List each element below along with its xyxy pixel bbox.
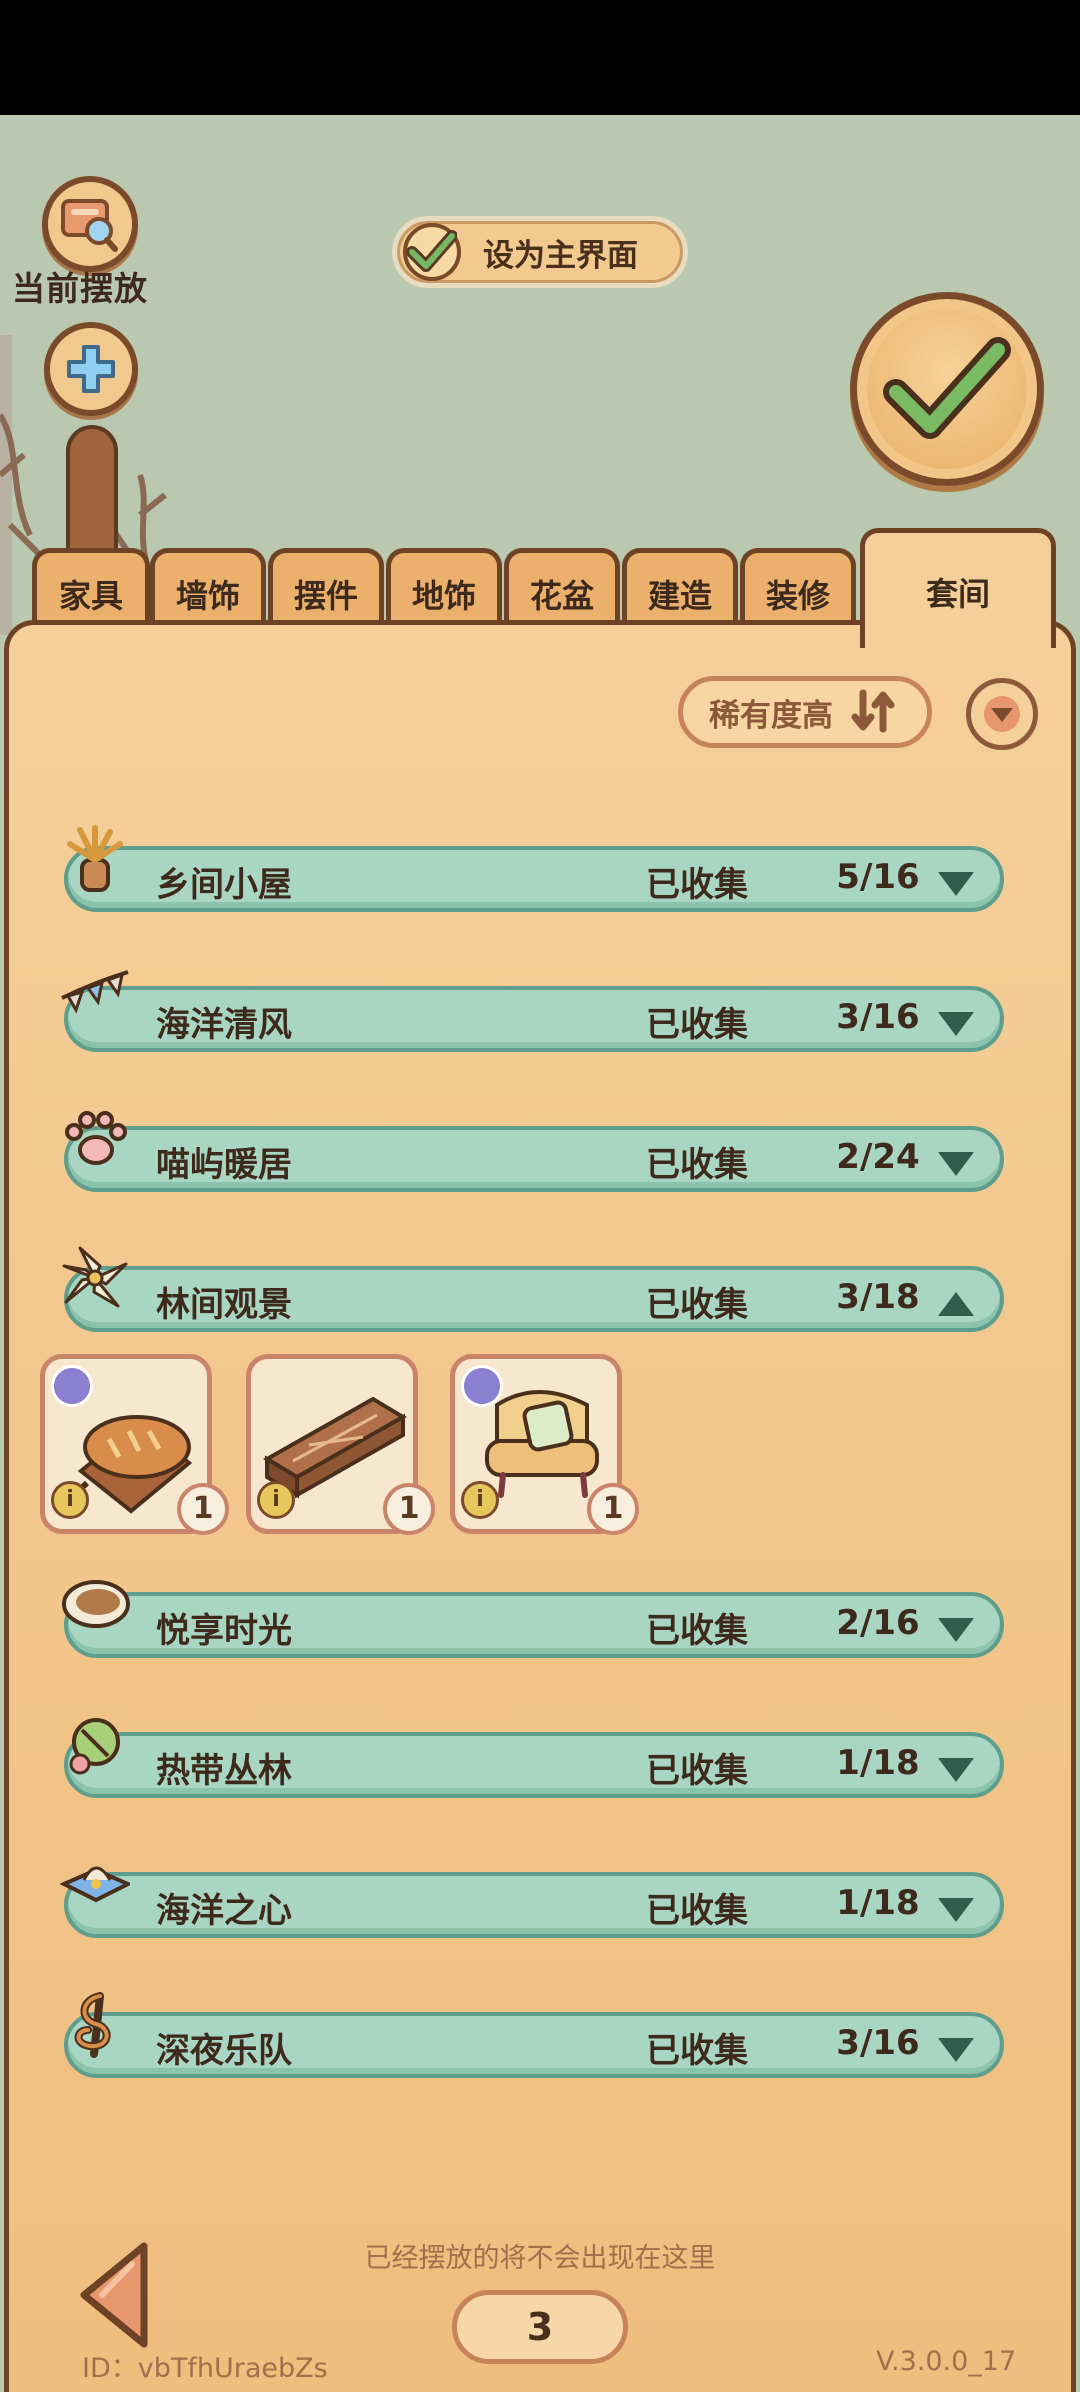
tab-suites[interactable]: 套间 — [860, 528, 1056, 648]
suite-row-heart-of-ocean[interactable]: 海洋之心 已收集 1/18 — [60, 1866, 1004, 1938]
collected-count: 3/18 — [836, 1277, 920, 1317]
tab-label: 家具 — [58, 577, 123, 615]
suite-row-joyful-time[interactable]: 悦享时光 已收集 2/16 — [62, 1580, 1004, 1658]
suite-name: 海洋清风 — [156, 1005, 292, 1045]
suite-row-tropical-jungle[interactable]: 热带丛林 已收集 1/18 — [64, 1718, 1004, 1798]
suite-row-country-cottage[interactable]: 乡间小屋 已收集 5/16 — [64, 825, 1004, 912]
suite-name: 深夜乐队 — [156, 2031, 292, 2071]
wheat-vase-icon — [67, 825, 123, 892]
paw-icon — [65, 1111, 127, 1165]
tab-label: 地饰 — [411, 577, 476, 615]
item-quantity: 1 — [383, 1483, 435, 1535]
add-button[interactable] — [44, 322, 138, 416]
sort-dropdown-button[interactable] — [966, 678, 1038, 750]
suite-name: 热带丛林 — [156, 1751, 292, 1791]
coconut-icon — [69, 1718, 120, 1775]
info-icon[interactable]: i — [257, 1481, 295, 1519]
collected-count: 2/16 — [836, 1603, 920, 1643]
collected-label: 已收集 — [646, 1145, 748, 1185]
chevron-up-icon — [938, 1292, 974, 1316]
map-search-icon — [61, 199, 118, 252]
app-version: V.3.0.0_17 — [876, 2346, 1017, 2377]
pie-icon — [62, 1580, 130, 1628]
tab-label: 套间 — [925, 575, 990, 613]
tab-label: 建造 — [647, 577, 712, 615]
toggle-checkbox[interactable] — [403, 223, 461, 281]
sort-button[interactable]: 稀有度高 — [678, 676, 932, 748]
suite-item-card[interactable]: i 1 — [246, 1354, 435, 1535]
collected-label: 已收集 — [646, 1751, 748, 1791]
suite-name: 林间观景 — [156, 1285, 292, 1325]
status-bar — [0, 0, 1080, 115]
bunting-icon — [61, 970, 129, 1014]
collected-label: 已收集 — [646, 1285, 748, 1325]
info-icon[interactable]: i — [461, 1481, 499, 1519]
collected-label: 已收集 — [646, 1891, 748, 1931]
chevron-down-icon — [938, 1758, 974, 1782]
page-number[interactable]: 3 — [452, 2290, 628, 2364]
category-tabs: 家具 墙饰 摆件 地饰 花盆 建造 装修 套间 — [0, 528, 1080, 648]
confirm-button[interactable] — [850, 292, 1044, 486]
collected-count: 3/16 — [836, 2023, 920, 2063]
suite-row-ocean-breeze[interactable]: 海洋清风 已收集 3/16 — [61, 970, 1004, 1052]
collected-count: 3/16 — [836, 997, 920, 1037]
tab-label: 花盆 — [529, 577, 594, 615]
shell-cushion-icon — [60, 1866, 130, 1903]
item-quantity: 1 — [177, 1483, 229, 1535]
chevron-down-icon — [938, 1898, 974, 1922]
suite-name: 海洋之心 — [156, 1891, 292, 1931]
check-icon — [407, 230, 457, 272]
collected-count: 1/18 — [836, 1883, 920, 1923]
toggle-label: 设为主界面 — [483, 237, 638, 274]
treble-clef-icon — [74, 1992, 111, 2058]
collected-label: 已收集 — [646, 2031, 748, 2071]
suite-name: 喵屿暖居 — [156, 1145, 292, 1185]
suite-row-midnight-band[interactable]: 深夜乐队 已收集 3/16 — [64, 1992, 1004, 2078]
chevron-down-icon — [938, 1618, 974, 1642]
collected-count: 2/24 — [836, 1137, 920, 1177]
tab-label: 装修 — [765, 577, 830, 615]
set-main-screen-toggle[interactable]: 设为主界面 — [392, 216, 688, 288]
info-icon[interactable]: i — [51, 1481, 89, 1519]
collected-label: 已收集 — [646, 865, 748, 905]
suite-item-card[interactable]: i 1 — [40, 1354, 229, 1535]
flower-icon — [62, 1246, 128, 1308]
suite-item-card[interactable]: i 1 — [450, 1354, 639, 1535]
sort-label: 稀有度高 — [709, 697, 833, 734]
suite-row-forest-view[interactable]: 林间观景 已收集 3/18 — [62, 1246, 1004, 1332]
current-placement-button[interactable] — [42, 176, 138, 272]
item-quantity: 1 — [587, 1483, 639, 1535]
suite-name: 乡间小屋 — [156, 865, 292, 905]
player-id: ID：vbTfhUraebZs — [82, 2353, 328, 2384]
chevron-down-icon — [938, 872, 974, 896]
collected-label: 已收集 — [646, 1005, 748, 1045]
plus-icon — [67, 345, 115, 393]
suite-name: 悦享时光 — [156, 1611, 292, 1651]
tab-label: 摆件 — [293, 577, 358, 615]
collected-count: 1/18 — [836, 1743, 920, 1783]
footer-hint: 已经摆放的将不会出现在这里 — [364, 2243, 716, 2274]
tab-label: 墙饰 — [175, 577, 240, 615]
collected-count: 5/16 — [836, 857, 920, 897]
collected-label: 已收集 — [646, 1611, 748, 1651]
chevron-down-icon — [938, 1152, 974, 1176]
chevron-down-icon — [938, 1012, 974, 1036]
chevron-down-icon — [984, 696, 1020, 732]
chevron-down-icon — [938, 2038, 974, 2062]
suite-row-meow-island[interactable]: 喵屿暖居 已收集 2/24 — [64, 1111, 1004, 1192]
back-arrow-icon[interactable] — [76, 2240, 156, 2350]
sort-arrows-icon — [851, 689, 895, 733]
check-icon — [883, 337, 1011, 439]
current-placement-label: 当前摆放 — [12, 269, 148, 308]
